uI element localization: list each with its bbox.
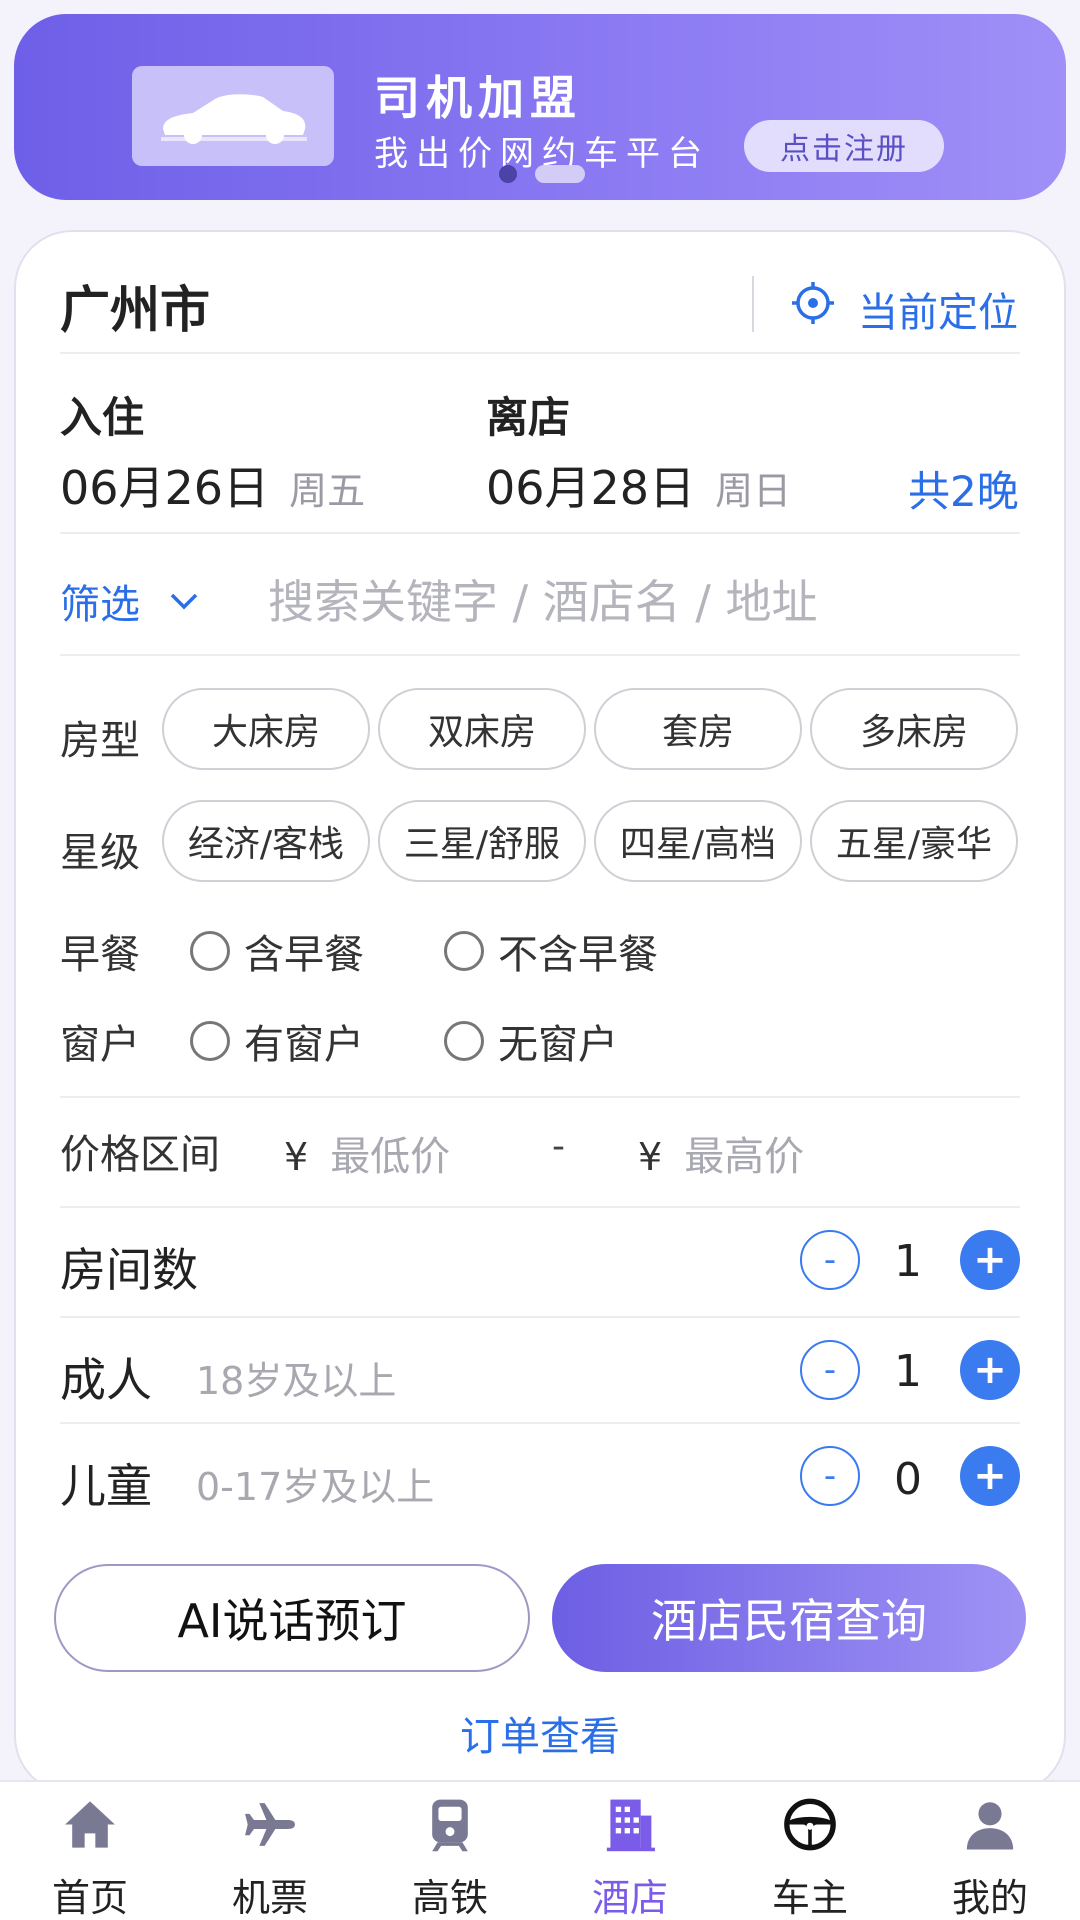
tab-label: 酒店 <box>591 1876 668 1920</box>
star-level-chip[interactable]: 五星/豪华 <box>810 800 1018 882</box>
checkout-date: 06月28日 <box>486 461 696 515</box>
locate-icon[interactable] <box>790 280 836 326</box>
hotel-search-button[interactable]: 酒店民宿查询 <box>552 1564 1026 1672</box>
divider <box>60 1316 1020 1318</box>
search-input[interactable]: 搜索关键字 / 酒店名 / 地址 <box>268 566 817 632</box>
checkout-label: 离店 <box>486 393 571 442</box>
radio-circle <box>190 931 230 971</box>
star-level-label: 星级 <box>60 830 140 876</box>
divider <box>60 1422 1020 1424</box>
ai-voice-booking-button[interactable]: AI说话预订 <box>54 1564 530 1672</box>
tab-driver[interactable]: 车主 <box>720 1782 900 1920</box>
tab-train[interactable]: 高铁 <box>360 1782 540 1920</box>
children-decrement-button[interactable]: - <box>800 1446 860 1506</box>
view-orders-link[interactable]: 订单查看 <box>0 1704 1080 1762</box>
has-window-radio[interactable]: 有窗户 <box>190 1012 364 1070</box>
tab-flights[interactable]: 机票 <box>180 1782 360 1920</box>
rooms-decrement-button[interactable]: - <box>800 1230 860 1290</box>
rooms-count: 1 <box>894 1236 922 1287</box>
filter-dropdown[interactable]: 筛选 <box>60 572 202 630</box>
room-type-chip[interactable]: 套房 <box>594 688 802 770</box>
tab-label: 机票 <box>231 1876 308 1920</box>
divider <box>60 532 1020 534</box>
radio-label: 无窗户 <box>498 1022 618 1068</box>
bottom-tab-bar: 首页 机票 高铁 酒店 车主 我的 <box>0 1780 1080 1920</box>
checkin-weekday: 周五 <box>289 469 366 513</box>
divider <box>60 1096 1020 1098</box>
tab-label: 高铁 <box>411 1876 488 1920</box>
nights-count: 共2晚 <box>908 467 1019 516</box>
checkin-label: 入住 <box>60 393 145 442</box>
divider <box>60 1206 1020 1208</box>
rooms-increment-button[interactable]: + <box>960 1230 1020 1290</box>
radio-label: 含早餐 <box>244 932 364 978</box>
register-button[interactable]: 点击注册 <box>744 120 944 172</box>
radio-circle <box>444 931 484 971</box>
rooms-label: 房间数 <box>60 1243 198 1297</box>
current-location-button[interactable]: 当前定位 <box>858 280 1018 338</box>
radio-label: 不含早餐 <box>498 932 658 978</box>
checkout-weekday: 周日 <box>715 469 792 513</box>
children-hint: 0-17岁及以上 <box>196 1465 435 1509</box>
user-icon <box>966 1802 1014 1850</box>
steering-wheel-icon <box>784 1798 836 1851</box>
checkin-date: 06月26日 <box>60 461 270 515</box>
room-type-chip[interactable]: 双床房 <box>378 688 586 770</box>
currency-symbol: ¥ <box>284 1135 309 1179</box>
radio-circle <box>444 1021 484 1061</box>
checkout-date-picker[interactable]: 06月28日 周日 <box>486 452 791 518</box>
tab-label: 车主 <box>771 1876 848 1920</box>
room-type-chip[interactable]: 大床房 <box>162 688 370 770</box>
tab-profile[interactable]: 我的 <box>900 1782 1080 1920</box>
min-price-input[interactable]: ¥ 最低价 <box>284 1124 450 1182</box>
divider <box>60 654 1020 656</box>
divider <box>60 352 1020 354</box>
star-level-chip[interactable]: 四星/高档 <box>594 800 802 882</box>
breakfast-excluded-radio[interactable]: 不含早餐 <box>444 922 658 980</box>
max-price-input[interactable]: ¥ 最高价 <box>638 1124 804 1182</box>
carousel-dot[interactable] <box>535 165 585 183</box>
breakfast-included-radio[interactable]: 含早餐 <box>190 922 364 980</box>
page: 司机加盟 我出价网约车平台 点击注册 广州市 当前定位 入住 06月26日 周五… <box>0 0 1080 1920</box>
no-window-radio[interactable]: 无窗户 <box>444 1012 618 1070</box>
adults-count: 1 <box>894 1346 922 1397</box>
carousel-dot-active[interactable] <box>499 165 517 183</box>
city-name[interactable]: 广州市 <box>60 270 210 342</box>
hotel-icon <box>606 1799 655 1852</box>
room-type-label: 房型 <box>60 718 140 764</box>
home-icon <box>65 1801 115 1848</box>
tab-hotel[interactable]: 酒店 <box>540 1782 720 1920</box>
adults-hint: 18岁及以上 <box>196 1359 397 1403</box>
children-label: 儿童 <box>60 1459 152 1513</box>
radio-label: 有窗户 <box>244 1022 364 1068</box>
price-range-label: 价格区间 <box>60 1132 220 1178</box>
room-type-chip[interactable]: 多床房 <box>810 688 1018 770</box>
breakfast-label: 早餐 <box>60 932 140 978</box>
min-price-placeholder: 最低价 <box>330 1134 451 1180</box>
star-level-chip[interactable]: 三星/舒服 <box>378 800 586 882</box>
adults-increment-button[interactable]: + <box>960 1340 1020 1400</box>
max-price-placeholder: 最高价 <box>684 1134 805 1180</box>
window-label: 窗户 <box>60 1022 140 1068</box>
currency-symbol: ¥ <box>638 1135 663 1179</box>
car-image <box>132 66 334 166</box>
filter-label: 筛选 <box>60 582 140 628</box>
adults-decrement-button[interactable]: - <box>800 1340 860 1400</box>
checkin-date-picker[interactable]: 06月26日 周五 <box>60 452 365 518</box>
children-increment-button[interactable]: + <box>960 1446 1020 1506</box>
price-separator: - <box>552 1126 565 1167</box>
tab-label: 我的 <box>951 1876 1028 1920</box>
train-icon <box>432 1799 468 1852</box>
chevron-down-icon <box>170 593 198 610</box>
banner-title: 司机加盟 <box>374 71 582 125</box>
star-level-chip[interactable]: 经济/客栈 <box>162 800 370 882</box>
divider <box>752 276 754 332</box>
tab-home[interactable]: 首页 <box>0 1782 180 1920</box>
adults-label: 成人 <box>60 1353 152 1407</box>
plane-icon <box>245 1803 295 1846</box>
children-count: 0 <box>894 1454 922 1505</box>
radio-circle <box>190 1021 230 1061</box>
tab-label: 首页 <box>51 1876 128 1920</box>
